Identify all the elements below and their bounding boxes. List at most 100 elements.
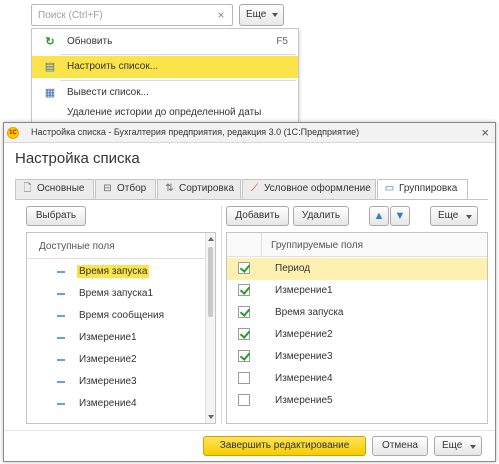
- more-button-top[interactable]: Еще: [239, 4, 284, 26]
- field-icon: [57, 403, 65, 405]
- menu-divider: [60, 80, 296, 81]
- grouped-fields-table[interactable]: Группируемые поля Период Измерение1 Врем…: [226, 232, 488, 424]
- scroll-up-icon[interactable]: [208, 237, 214, 241]
- row-checkbox[interactable]: [238, 262, 250, 274]
- dialog-titlebar: 1С Настройка списка - Бухгалтерия предпр…: [4, 123, 495, 143]
- conditional-format-icon: ⟋: [251, 183, 258, 194]
- row-label: Период: [275, 263, 311, 274]
- vertical-scrollbar[interactable]: [205, 233, 215, 423]
- column-header-label: Доступные поля: [39, 241, 115, 252]
- tab-filter[interactable]: ⊟ Отбор: [95, 179, 156, 199]
- row-checkbox[interactable]: [238, 306, 250, 318]
- column-divider: [261, 233, 262, 257]
- cancel-button[interactable]: Отмена: [372, 436, 428, 456]
- list-item[interactable]: Измерение3: [27, 371, 205, 393]
- chevron-down-icon: [466, 215, 472, 219]
- panel-splitter[interactable]: [221, 206, 222, 424]
- tab-bar: 🗋 Основные ⊟ Отбор ⇅ Сортировка ⟋ Условн…: [15, 179, 488, 200]
- window-title: Настройка списка - Бухгалтерия предприят…: [31, 127, 360, 137]
- available-fields-list[interactable]: Доступные поля Время запуска Время запус…: [26, 232, 216, 424]
- more-menu: ↻ Обновить F5 ▤ Настроить список... ▦ Вы…: [31, 28, 299, 124]
- more-button-right[interactable]: Еще: [430, 206, 478, 226]
- list-item-label: Время запуска: [77, 265, 150, 278]
- chevron-down-icon: [470, 445, 476, 449]
- menu-item-refresh[interactable]: ↻ Обновить F5: [32, 31, 298, 53]
- row-checkbox[interactable]: [238, 284, 250, 296]
- list-item[interactable]: Время сообщения: [27, 305, 205, 327]
- footer-divider: [4, 430, 495, 431]
- add-button[interactable]: Добавить: [226, 206, 289, 226]
- row-checkbox[interactable]: [238, 394, 250, 406]
- more-button-footer[interactable]: Еще: [434, 436, 482, 456]
- table-row[interactable]: Измерение2: [227, 324, 487, 346]
- tab-label: Основные: [37, 183, 85, 194]
- document-icon: 🗋: [23, 183, 32, 194]
- tab-divider: [15, 199, 488, 200]
- move-down-icon[interactable]: ▼: [390, 206, 410, 226]
- menu-item-shortcut: F5: [276, 36, 288, 47]
- tab-label: Условное оформление: [264, 183, 371, 194]
- select-button[interactable]: Выбрать: [26, 206, 86, 226]
- tab-sort[interactable]: ⇅ Сортировка: [157, 179, 241, 199]
- refresh-icon: ↻: [45, 36, 55, 48]
- search-placeholder: Поиск (Ctrl+F): [38, 10, 103, 21]
- tab-label: Группировка: [399, 183, 458, 194]
- grouped-fields-header: Группируемые поля: [227, 233, 487, 257]
- table-row[interactable]: Измерение3: [227, 346, 487, 368]
- menu-item-configure-list[interactable]: ▤ Настроить список...: [32, 56, 298, 78]
- chevron-down-icon: [272, 13, 278, 17]
- menu-item-label: Настроить список...: [67, 61, 159, 72]
- tab-conditional-format[interactable]: ⟋ Условное оформление: [242, 179, 376, 199]
- list-item[interactable]: Измерение1: [27, 327, 205, 349]
- table-row[interactable]: Измерение5: [227, 390, 487, 412]
- field-icon: [57, 315, 65, 317]
- list-item[interactable]: Время запуска: [27, 261, 205, 283]
- tab-label: Сортировка: [179, 183, 234, 194]
- scroll-down-icon[interactable]: [208, 415, 214, 419]
- filter-icon: ⊟: [103, 183, 112, 194]
- close-icon[interactable]: ×: [481, 125, 489, 141]
- table-row[interactable]: Время запуска: [227, 302, 487, 324]
- row-checkbox[interactable]: [238, 372, 250, 384]
- row-label: Измерение4: [275, 373, 333, 384]
- search-input[interactable]: Поиск (Ctrl+F) ×: [31, 4, 233, 26]
- field-icon: [57, 271, 65, 273]
- list-item[interactable]: Измерение2: [27, 349, 205, 371]
- row-checkbox[interactable]: [238, 350, 250, 362]
- row-checkbox[interactable]: [238, 328, 250, 340]
- row-label: Время запуска: [275, 307, 344, 318]
- clear-icon[interactable]: ×: [214, 8, 228, 22]
- list-item-label: Время сообщения: [79, 310, 165, 321]
- row-label: Измерение5: [275, 395, 333, 406]
- menu-item-label: Удаление истории до определенной даты: [67, 107, 262, 118]
- field-icon: [57, 293, 65, 295]
- scrollbar-thumb[interactable]: [208, 247, 213, 317]
- row-label: Измерение2: [275, 329, 333, 340]
- tab-grouping[interactable]: ▭ Группировка: [377, 179, 468, 200]
- move-up-icon[interactable]: ▲: [369, 206, 389, 226]
- row-label: Измерение1: [275, 285, 333, 296]
- column-header-label: Группируемые поля: [271, 240, 364, 251]
- table-row[interactable]: Измерение4: [227, 368, 487, 390]
- list-item[interactable]: Измерение4: [27, 393, 205, 415]
- more-button-label: Еще: [438, 210, 459, 221]
- list-item-label: Измерение1: [79, 332, 137, 343]
- tab-main[interactable]: 🗋 Основные: [15, 179, 94, 199]
- list-settings-dialog: 1С Настройка списка - Бухгалтерия предпр…: [3, 122, 496, 462]
- more-button-label: Еще: [442, 440, 463, 451]
- list-item-label: Измерение3: [79, 376, 137, 387]
- delete-button[interactable]: Удалить: [293, 206, 349, 226]
- menu-item-label: Обновить: [67, 36, 113, 47]
- finish-editing-button[interactable]: Завершить редактирование: [203, 436, 366, 456]
- menu-item-label: Вывести список...: [67, 87, 149, 98]
- table-row[interactable]: Измерение1: [227, 280, 487, 302]
- menu-divider: [60, 54, 296, 55]
- settings-list-icon: ▤: [44, 61, 56, 73]
- menu-item-output-list[interactable]: ▦ Вывести список...: [32, 82, 298, 104]
- menu-item-delete-history[interactable]: Удаление истории до определенной даты: [32, 102, 298, 124]
- more-button-label: Еще: [246, 9, 267, 20]
- list-item[interactable]: Время запуска1: [27, 283, 205, 305]
- sort-icon: ⇅: [165, 183, 174, 194]
- table-row[interactable]: Период: [227, 258, 487, 280]
- row-label: Измерение3: [275, 351, 333, 362]
